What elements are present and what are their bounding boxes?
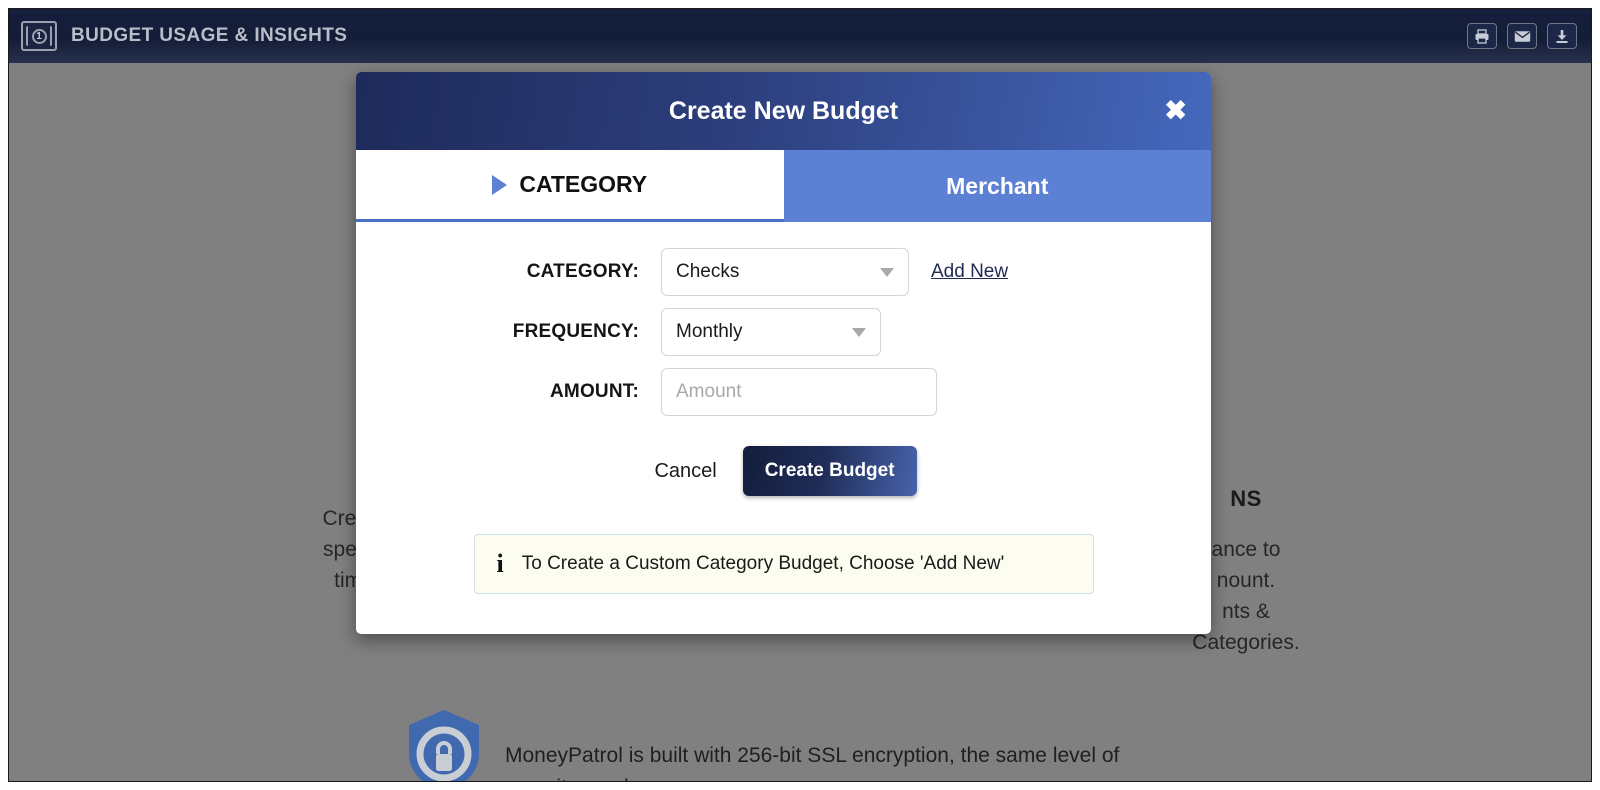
banknote-icon: 1 xyxy=(21,21,57,51)
app-header-left: 1 BUDGET USAGE & INSIGHTS xyxy=(21,21,347,51)
modal-actions: Cancel Create Budget xyxy=(356,446,1211,496)
tab-category[interactable]: CATEGORY xyxy=(356,150,784,222)
chevron-down-icon xyxy=(880,267,894,277)
page-title: BUDGET USAGE & INSIGHTS xyxy=(71,25,348,46)
modal-body: CATEGORY: Checks Add New FREQUENCY: Mont… xyxy=(356,222,1211,594)
category-select[interactable]: Checks xyxy=(661,248,909,296)
amount-input[interactable] xyxy=(661,368,937,416)
triangle-right-icon xyxy=(492,174,508,195)
category-row: CATEGORY: Checks Add New xyxy=(356,248,1211,296)
page-frame: 1 BUDGET USAGE & INSIGHTS Create spendi … xyxy=(8,8,1592,782)
frequency-row: FREQUENCY: Monthly xyxy=(356,308,1211,356)
modal-header: Create New Budget ✖ xyxy=(356,72,1211,150)
info-icon: i xyxy=(496,549,504,578)
info-banner-text: To Create a Custom Category Budget, Choo… xyxy=(521,553,1005,574)
app-header: 1 BUDGET USAGE & INSIGHTS xyxy=(9,9,1591,63)
modal-title: Create New Budget xyxy=(668,96,899,125)
banknote-value: 1 xyxy=(31,28,47,44)
category-select-value: Checks xyxy=(676,261,740,282)
info-banner: i To Create a Custom Category Budget, Ch… xyxy=(473,534,1094,594)
amount-label: AMOUNT: xyxy=(550,381,639,402)
tab-merchant[interactable]: Merchant xyxy=(783,150,1211,222)
create-budget-modal: Create New Budget ✖ CATEGORY Merchant CA… xyxy=(356,72,1211,634)
security-text: MoneyPatrol is built with 256-bit SSL en… xyxy=(505,744,1120,781)
printer-icon xyxy=(1475,28,1489,44)
cancel-button[interactable]: Cancel xyxy=(650,452,720,491)
add-new-link[interactable]: Add New xyxy=(931,261,1008,283)
envelope-icon xyxy=(1514,30,1530,42)
chevron-down-icon xyxy=(852,327,866,337)
frequency-select-value: Monthly xyxy=(676,321,743,342)
frequency-label: FREQUENCY: xyxy=(512,321,639,342)
download-button[interactable] xyxy=(1547,23,1577,49)
tab-category-label: CATEGORY xyxy=(519,171,648,197)
email-button[interactable] xyxy=(1507,23,1537,49)
close-icon[interactable]: ✖ xyxy=(1164,97,1187,125)
tab-merchant-label: Merchant xyxy=(946,172,1049,199)
modal-tabs: CATEGORY Merchant xyxy=(356,150,1211,222)
security-section: MoneyPatrol is built with 256-bit SSL en… xyxy=(9,708,1591,781)
amount-row: AMOUNT: xyxy=(356,368,1211,416)
category-label: CATEGORY: xyxy=(526,261,639,282)
frequency-select[interactable]: Monthly xyxy=(661,308,881,356)
app-header-actions xyxy=(1467,23,1577,49)
download-icon xyxy=(1556,29,1568,43)
print-button[interactable] xyxy=(1467,23,1497,49)
create-budget-button[interactable]: Create Budget xyxy=(742,446,917,496)
shield-lock-icon xyxy=(405,708,483,781)
